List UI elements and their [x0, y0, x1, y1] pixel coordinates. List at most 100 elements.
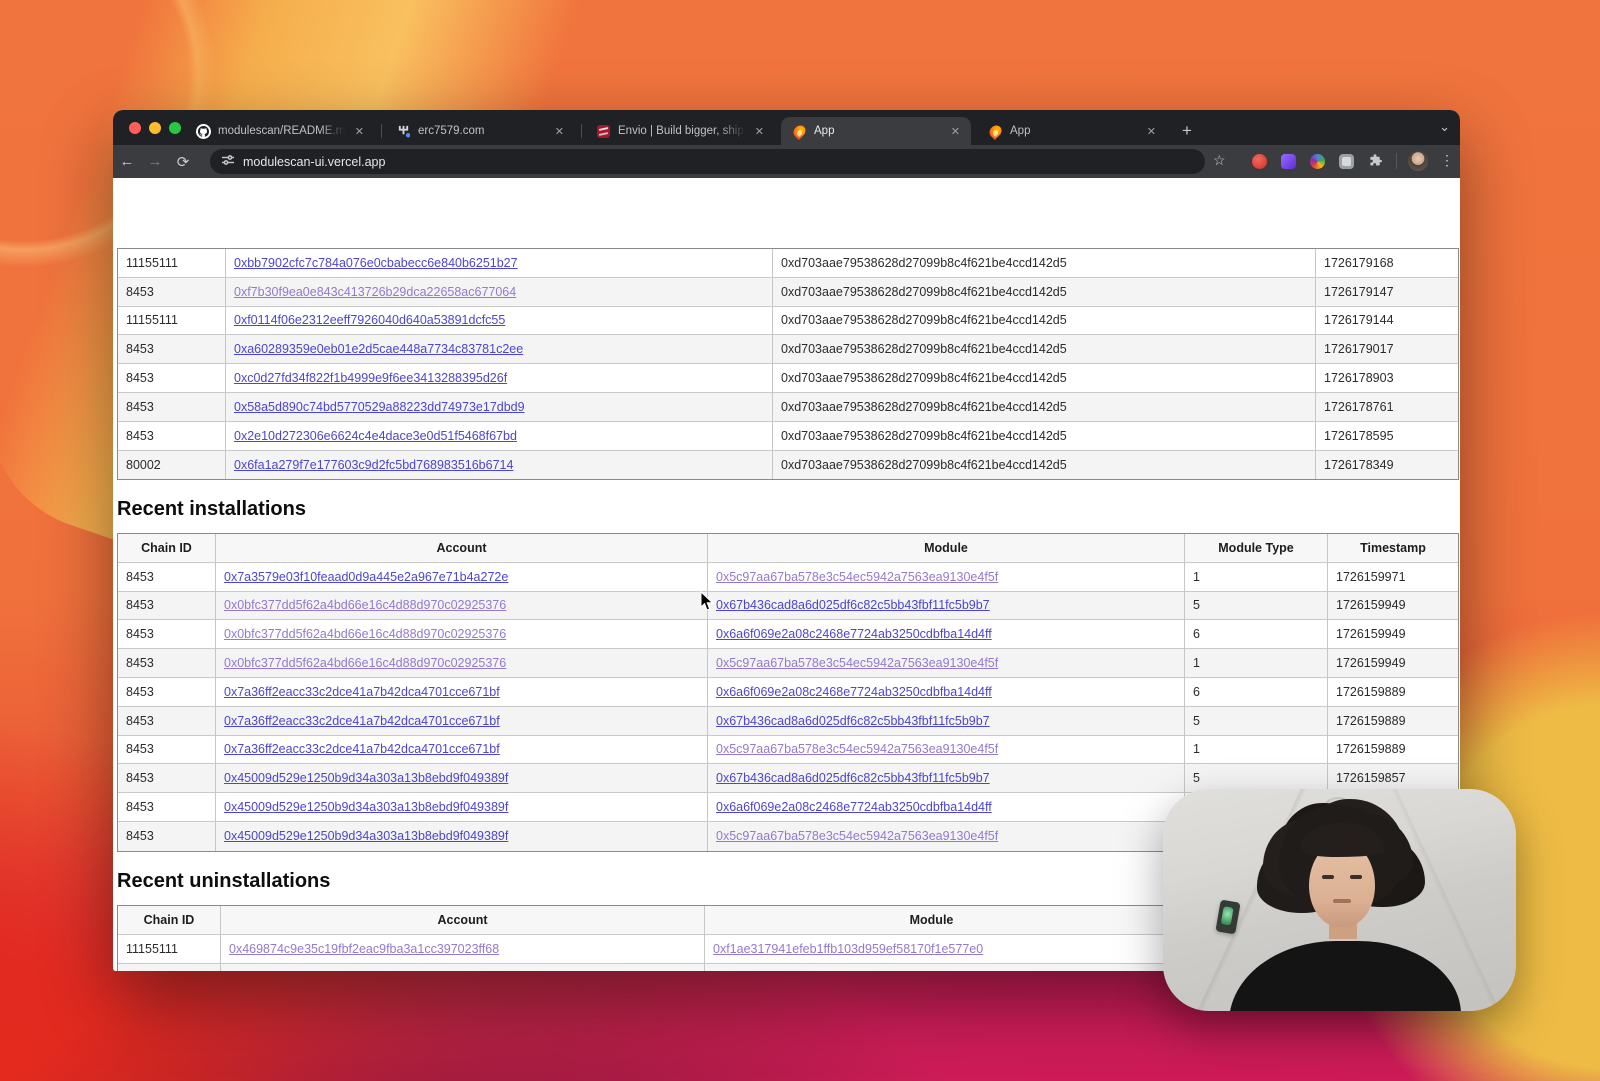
- module-link[interactable]: 0x5c97aa67ba578e3c54ec5942a7563ea9130e4f…: [716, 742, 998, 756]
- profile-avatar[interactable]: [1408, 151, 1428, 171]
- extension-rainbow-icon[interactable]: [1310, 154, 1325, 169]
- table-cell: 0x7a36ff2eacc33c2dce41a7b42dca4701cce671…: [216, 736, 708, 764]
- module-link[interactable]: 0x5c97aa67ba578e3c54ec5942a7563ea9130e4f…: [716, 829, 998, 843]
- account-link[interactable]: 0x7a3579e03f10feaad0d9a445e2a967e71b4a27…: [224, 570, 508, 584]
- module-link[interactable]: 0xf1ae317941efeb1ffb103d959ef58170f1e577…: [713, 970, 983, 971]
- account-link[interactable]: 0xf7b30f9ea0e843c413726b29dca22658ac6770…: [234, 285, 516, 299]
- back-icon[interactable]: ←: [113, 153, 141, 170]
- module-link[interactable]: 0x6a6f069e2a08c2468e7724ab3250cdbfba14d4…: [716, 627, 992, 641]
- table-cell: 0x5c97aa67ba578e3c54ec5942a7563ea9130e4f…: [708, 649, 1185, 677]
- account-link[interactable]: 0x469874c9e35c19fbf2eac9fba3a1cc397023ff…: [229, 970, 499, 971]
- tab-close-icon[interactable]: ✕: [352, 124, 367, 139]
- tab-github-readme[interactable]: modulescan/README.md at ✕: [185, 117, 375, 145]
- address-bar[interactable]: modulescan-ui.vercel.app: [210, 149, 1205, 174]
- table-cell: 8453: [118, 736, 216, 764]
- table-row: 84530x0bfc377dd5f62a4bd66e16c4d88d970c02…: [118, 649, 1458, 678]
- table-cell: 0x6fa1a279f7e177603c9d2fc5bd768983516b67…: [226, 451, 773, 480]
- module-link[interactable]: 0x6a6f069e2a08c2468e7724ab3250cdbfba14d4…: [716, 800, 992, 814]
- table-cell: 0xf0114f06e2312eeff7926040d640a53891dcfc…: [226, 307, 773, 335]
- extension-grey-icon[interactable]: [1339, 154, 1354, 169]
- minimize-window-button[interactable]: [149, 122, 161, 134]
- browser-toolbar: ← → ⟳ modulescan-ui.vercel.app ☆ ⋮: [113, 145, 1460, 178]
- table-cell: 1726179147: [1316, 278, 1458, 306]
- module-link[interactable]: 0x5c97aa67ba578e3c54ec5942a7563ea9130e4f…: [716, 656, 998, 670]
- tab-envio[interactable]: Envio | Build bigger, ship fast ✕: [585, 117, 775, 145]
- tab-erc7579[interactable]: erc7579.com ✕: [385, 117, 575, 145]
- module-link[interactable]: 0x5c97aa67ba578e3c54ec5942a7563ea9130e4f…: [716, 570, 998, 584]
- table-cell: 8453: [118, 422, 226, 450]
- table-row: 84530x58a5d890c74bd5770529a88223dd74973e…: [118, 393, 1458, 422]
- account-link[interactable]: 0x7a36ff2eacc33c2dce41a7b42dca4701cce671…: [224, 714, 500, 728]
- account-link[interactable]: 0x58a5d890c74bd5770529a88223dd74973e17db…: [234, 400, 525, 414]
- tab-search-chevron-icon[interactable]: ⌄: [1439, 119, 1450, 135]
- tab-close-icon[interactable]: ✕: [552, 124, 567, 139]
- table-cell: 0x469874c9e35c19fbf2eac9fba3a1cc397023ff…: [221, 935, 705, 963]
- table-cell: 0x6a6f069e2a08c2468e7724ab3250cdbfba14d4…: [708, 620, 1185, 648]
- account-link[interactable]: 0x2e10d272306e6624c4e4dace3e0d51f5468f67…: [234, 429, 517, 443]
- mouse-cursor: [700, 591, 715, 617]
- table-row: 84530xa60289359e0eb01e2d5cae448a7734c837…: [118, 335, 1458, 364]
- tab-app-active[interactable]: App ✕: [781, 117, 971, 145]
- table-cell: 11155111: [118, 249, 226, 277]
- table-cell: 0x67b436cad8a6d025df6c82c5bb43fbf11fc5b9…: [708, 592, 1185, 620]
- table-cell: 0x0bfc377dd5f62a4bd66e16c4d88d970c029253…: [216, 649, 708, 677]
- table-row: 84530x7a3579e03f10feaad0d9a445e2a967e71b…: [118, 563, 1458, 592]
- table-cell: 0xf7b30f9ea0e843c413726b29dca22658ac6770…: [226, 278, 773, 306]
- table-cell: 0x58a5d890c74bd5770529a88223dd74973e17db…: [226, 393, 773, 421]
- table-cell: 0xd703aae79538628d27099b8c4f621be4ccd142…: [773, 335, 1316, 363]
- table-cell: 11155111: [118, 307, 226, 335]
- extensions-puzzle-icon[interactable]: [1368, 153, 1383, 173]
- table-cell: 1726159949: [1328, 592, 1458, 620]
- reload-icon[interactable]: ⟳: [169, 153, 197, 171]
- table-cell: 6: [1185, 620, 1328, 648]
- module-link[interactable]: 0xf1ae317941efeb1ffb103d959ef58170f1e577…: [713, 942, 983, 956]
- site-controls-icon[interactable]: [222, 153, 234, 171]
- table-cell: 0xc0d27fd34f822f1b4999e9f6ee3413288395d2…: [226, 364, 773, 392]
- forward-icon[interactable]: →: [141, 153, 169, 170]
- table-cell: 6: [1185, 678, 1328, 706]
- tab-close-icon[interactable]: ✕: [1144, 124, 1159, 139]
- close-window-button[interactable]: [129, 122, 141, 134]
- table-cell: 5: [1185, 707, 1328, 735]
- module-link[interactable]: 0x6a6f069e2a08c2468e7724ab3250cdbfba14d4…: [716, 685, 992, 699]
- table-cell: 0x45009d529e1250b9d34a303a13b8ebd9f04938…: [216, 764, 708, 792]
- module-link[interactable]: 0x67b436cad8a6d025df6c82c5bb43fbf11fc5b9…: [716, 771, 990, 785]
- account-link[interactable]: 0x6fa1a279f7e177603c9d2fc5bd768983516b67…: [234, 458, 513, 472]
- tab-close-icon[interactable]: ✕: [948, 124, 963, 139]
- column-header: Account: [216, 534, 708, 562]
- tab-app-2[interactable]: App ✕: [977, 117, 1167, 145]
- bookmark-star-icon[interactable]: ☆: [1213, 152, 1226, 169]
- account-link[interactable]: 0xa60289359e0eb01e2d5cae448a7734c83781c2…: [234, 342, 523, 356]
- module-link[interactable]: 0x67b436cad8a6d025df6c82c5bb43fbf11fc5b9…: [716, 598, 990, 612]
- recent-table-scrolled: 11155111 0xbb7902cfc7c784a076e0cbabecc6e8…: [117, 248, 1459, 480]
- menu-kebab-icon[interactable]: ⋮: [1440, 152, 1454, 169]
- account-link[interactable]: 0x0bfc377dd5f62a4bd66e16c4d88d970c029253…: [224, 598, 506, 612]
- module-link[interactable]: 0x67b436cad8a6d025df6c82c5bb43fbf11fc5b9…: [716, 714, 990, 728]
- table-cell: 5: [1185, 764, 1328, 792]
- account-link[interactable]: 0x45009d529e1250b9d34a303a13b8ebd9f04938…: [224, 771, 508, 785]
- table-cell: 1726179017: [1316, 335, 1458, 363]
- table-row: 84530x7a36ff2eacc33c2dce41a7b42dca4701cc…: [118, 678, 1458, 707]
- account-link[interactable]: 0x469874c9e35c19fbf2eac9fba3a1cc397023ff…: [229, 942, 499, 956]
- extension-purple-icon[interactable]: [1281, 154, 1296, 169]
- account-link[interactable]: 0x7a36ff2eacc33c2dce41a7b42dca4701cce671…: [224, 685, 500, 699]
- account-link[interactable]: 0xf0114f06e2312eeff7926040d640a53891dcfc…: [234, 313, 505, 327]
- table-cell: 0xd703aae79538628d27099b8c4f621be4ccd142…: [773, 249, 1316, 277]
- envio-favicon-icon: [595, 123, 611, 139]
- tab-title: App: [1010, 125, 1140, 137]
- account-link[interactable]: 0x45009d529e1250b9d34a303a13b8ebd9f04938…: [224, 800, 508, 814]
- new-tab-button[interactable]: +: [1175, 119, 1199, 143]
- account-link[interactable]: 0xc0d27fd34f822f1b4999e9f6ee3413288395d2…: [234, 371, 507, 385]
- tab-close-icon[interactable]: ✕: [752, 124, 767, 139]
- extension-red-icon[interactable]: [1252, 154, 1267, 169]
- account-link[interactable]: 0x0bfc377dd5f62a4bd66e16c4d88d970c029253…: [224, 656, 506, 670]
- account-link[interactable]: 0x45009d529e1250b9d34a303a13b8ebd9f04938…: [224, 829, 508, 843]
- account-link[interactable]: 0x0bfc377dd5f62a4bd66e16c4d88d970c029253…: [224, 627, 506, 641]
- account-link[interactable]: 0x7a36ff2eacc33c2dce41a7b42dca4701cce671…: [224, 742, 500, 756]
- account-link[interactable]: 0xbb7902cfc7c784a076e0cbabecc6e840b6251b…: [234, 256, 518, 270]
- table-cell: 11155111: [118, 935, 221, 963]
- zoom-window-button[interactable]: [169, 122, 181, 134]
- table-row: 11155111 0xbb7902cfc7c784a076e0cbabecc6e8…: [118, 249, 1458, 278]
- table-row: 8453 0x7a36ff2eacc33c2dce41a7b42dca4701cc…: [118, 736, 1458, 765]
- table-cell: 8453: [118, 278, 226, 306]
